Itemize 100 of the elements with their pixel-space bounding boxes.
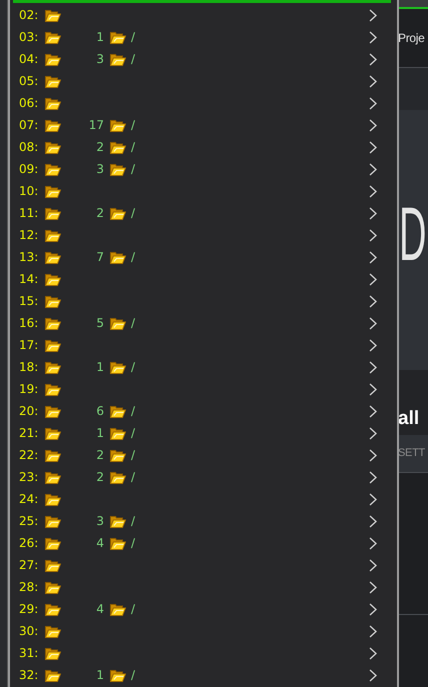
title-text: all	[398, 406, 420, 430]
folder-icon	[45, 140, 61, 154]
menu-item[interactable]: 08: 2 /	[10, 136, 397, 158]
item-label: 21:	[19, 425, 40, 442]
folder-icon	[45, 30, 61, 44]
item-path: /	[131, 205, 136, 222]
item-count: 1	[96, 425, 104, 442]
item-label: 05:	[19, 73, 40, 90]
chevron-right-icon	[369, 228, 377, 242]
item-label: 10:	[19, 183, 40, 200]
folder-icon	[45, 360, 61, 374]
folder-icon	[110, 206, 126, 220]
folder-icon	[45, 8, 61, 22]
menu-item[interactable]: 11: 2 /	[10, 202, 397, 224]
menu-item[interactable]: 23: 2 /	[10, 466, 397, 488]
tab-label[interactable]: Proje	[398, 29, 425, 47]
menu-item[interactable]: 12:	[10, 224, 397, 246]
item-label: 16:	[19, 315, 40, 332]
folder-icon	[45, 448, 61, 462]
menu-item[interactable]: 20: 6 /	[10, 400, 397, 422]
item-path: /	[131, 315, 136, 332]
folder-icon	[45, 228, 61, 242]
chevron-right-icon	[369, 74, 377, 88]
folder-icon	[45, 470, 61, 484]
item-path: /	[131, 29, 136, 46]
item-count: 4	[96, 601, 104, 618]
item-count: 3	[96, 513, 104, 530]
menu-item[interactable]: 06:	[10, 92, 397, 114]
menu-item[interactable]: 21: 1 /	[10, 422, 397, 444]
menu-item[interactable]: 25: 3 /	[10, 510, 397, 532]
menu-item[interactable]: 22: 2 /	[10, 444, 397, 466]
menu-item[interactable]: 05:	[10, 70, 397, 92]
menu-item[interactable]: 27:	[10, 554, 397, 576]
menu-item[interactable]: 24:	[10, 488, 397, 510]
folder-icon	[45, 316, 61, 330]
settings-tab[interactable]: SETT	[398, 445, 425, 462]
menu-item[interactable]: 32: 1 /	[10, 664, 397, 686]
item-label: 31:	[19, 645, 40, 662]
item-label: 07:	[19, 117, 40, 134]
menu-item[interactable]: 18: 1 /	[10, 356, 397, 378]
item-count: 2	[96, 139, 104, 156]
chevron-right-icon	[369, 492, 377, 506]
item-label: 15:	[19, 293, 40, 310]
chevron-right-icon	[369, 118, 377, 132]
menu-item[interactable]: 10:	[10, 180, 397, 202]
chevron-right-icon	[369, 602, 377, 616]
menu-item[interactable]: 03: 1 /	[10, 26, 397, 48]
menu-item[interactable]: 09: 3 /	[10, 158, 397, 180]
item-path: /	[131, 469, 136, 486]
item-label: 14:	[19, 271, 40, 288]
folder-icon	[45, 492, 61, 506]
folder-icon	[45, 668, 61, 682]
item-path: /	[131, 139, 136, 156]
menu-item[interactable]: 07: 17 /	[10, 114, 397, 136]
folder-icon	[45, 74, 61, 88]
menu-item[interactable]: 14:	[10, 268, 397, 290]
item-label: 03:	[19, 29, 40, 46]
folder-icon	[110, 602, 126, 616]
chevron-right-icon	[369, 8, 377, 22]
menu-item[interactable]: 29: 4 /	[10, 598, 397, 620]
item-label: 11:	[19, 205, 40, 222]
folder-icon	[45, 52, 61, 66]
chevron-right-icon	[369, 206, 377, 220]
chevron-right-icon	[369, 536, 377, 550]
chevron-right-icon	[369, 426, 377, 440]
menu-item[interactable]: 26: 4 /	[10, 532, 397, 554]
item-count: 7	[96, 249, 104, 266]
chevron-right-icon	[369, 162, 377, 176]
menu-item[interactable]: 30:	[10, 620, 397, 642]
item-label: 19:	[19, 381, 40, 398]
item-count: 17	[88, 117, 104, 134]
item-path: /	[131, 425, 136, 442]
menu-item[interactable]: 17:	[10, 334, 397, 356]
folder-icon	[45, 96, 61, 110]
chevron-right-icon	[369, 470, 377, 484]
folder-icon	[110, 360, 126, 374]
chevron-right-icon	[369, 448, 377, 462]
item-path: /	[131, 513, 136, 530]
menu-item[interactable]: 28:	[10, 576, 397, 598]
item-count: 6	[96, 403, 104, 420]
folder-icon	[110, 140, 126, 154]
chevron-right-icon	[369, 272, 377, 286]
menu-item[interactable]: 19:	[10, 378, 397, 400]
chevron-right-icon	[369, 30, 377, 44]
menu-item[interactable]: 04: 3 /	[10, 48, 397, 70]
folder-icon	[45, 426, 61, 440]
item-label: 13:	[19, 249, 40, 266]
menu-item[interactable]: 15:	[10, 290, 397, 312]
item-label: 25:	[19, 513, 40, 530]
item-path: /	[131, 403, 136, 420]
chevron-right-icon	[369, 294, 377, 308]
heading-text: D	[399, 198, 426, 274]
item-count: 2	[96, 205, 104, 222]
menu-item[interactable]: 31:	[10, 642, 397, 664]
folder-icon	[45, 404, 61, 418]
menu-item[interactable]: 16: 5 /	[10, 312, 397, 334]
menu-item[interactable]: 02:	[10, 4, 397, 26]
chevron-right-icon	[369, 514, 377, 528]
item-count: 3	[96, 51, 104, 68]
menu-item[interactable]: 13: 7 /	[10, 246, 397, 268]
